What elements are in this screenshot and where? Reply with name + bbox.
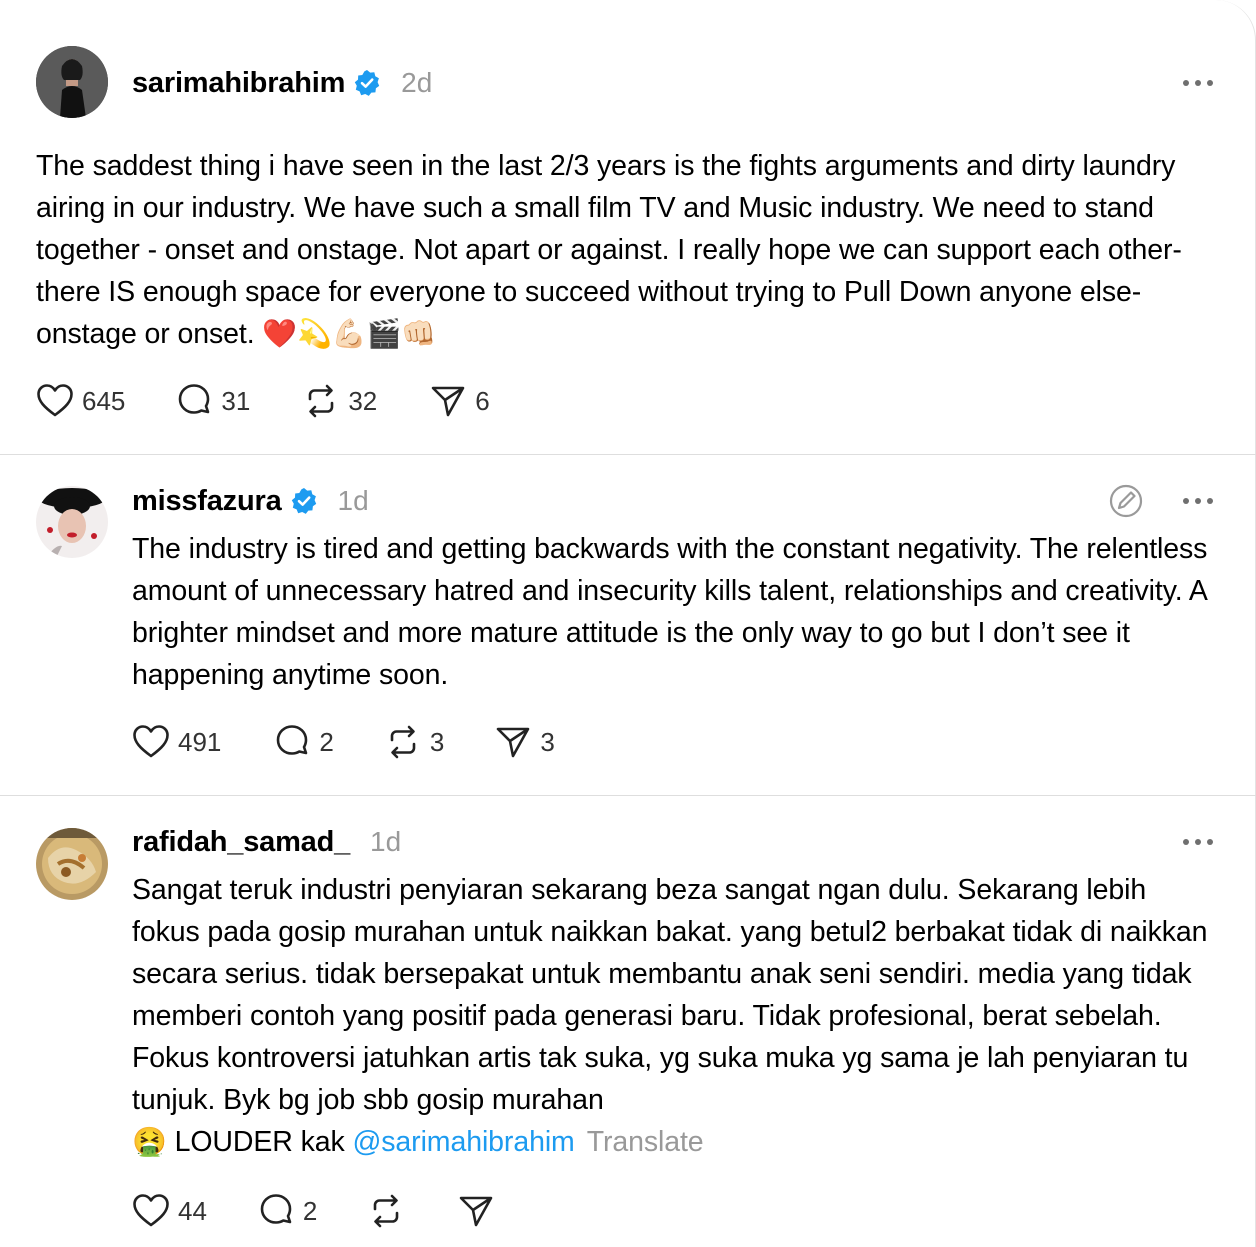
mention-link[interactable]: @sarimahibrahim: [352, 1126, 574, 1158]
username[interactable]: sarimahibrahim: [132, 67, 345, 100]
post-sarimahibrahim: sarimahibrahim 2d The saddest thing i ha…: [0, 0, 1256, 454]
share-count: 3: [540, 726, 555, 757]
post-time: 2d: [401, 67, 433, 98]
post-time: 1d: [337, 485, 369, 516]
share-button[interactable]: 6: [429, 382, 490, 420]
reply-icon: [175, 382, 213, 420]
post-rafidah-samad: rafidah_samad_ 1d Sangat teruk industri …: [0, 796, 1256, 1247]
post-time: 1d: [370, 826, 402, 857]
reply-count: 2: [319, 726, 334, 757]
like-count: 645: [82, 385, 126, 416]
avatar[interactable]: [36, 486, 108, 558]
reply-icon: [273, 723, 311, 761]
share-button[interactable]: [457, 1192, 495, 1230]
post-text: Sangat teruk industri penyiaran sekarang…: [132, 869, 1212, 1163]
like-button[interactable]: 44: [132, 1192, 207, 1230]
post-header: missfazura 1d: [132, 481, 369, 521]
repost-count: 3: [429, 726, 445, 757]
action-bar: 491 2 3 3: [132, 723, 555, 761]
heart-icon: [36, 382, 74, 420]
post-text: The saddest thing i have seen in the las…: [36, 145, 1226, 355]
post-text: The industry is tired and getting backwa…: [132, 533, 1216, 691]
share-icon: [429, 382, 467, 420]
more-icon[interactable]: [1183, 496, 1213, 506]
post-tail: LOUDER kak: [166, 1126, 353, 1158]
reply-count: 2: [302, 1195, 318, 1226]
translate-link[interactable]: Translate: [587, 1126, 704, 1158]
edit-icon[interactable]: [1108, 483, 1144, 519]
repost-icon: [302, 382, 340, 420]
action-bar: 44 2: [132, 1192, 495, 1230]
post-body: Sangat teruk industri penyiaran sekarang…: [132, 874, 1216, 1116]
emoji-string: ❤️💫💪🏻🎬👊🏻: [262, 318, 437, 349]
like-button[interactable]: 491: [132, 723, 221, 761]
username[interactable]: rafidah_samad_: [132, 826, 350, 859]
verified-icon: [353, 69, 381, 97]
thread-panel: sarimahibrahim 2d The saddest thing i ha…: [0, 0, 1256, 1247]
like-count: 44: [178, 1195, 207, 1226]
share-button[interactable]: 3: [494, 723, 555, 761]
repost-button[interactable]: [367, 1192, 405, 1230]
heart-icon: [132, 1192, 170, 1230]
emoji-string: 🤮: [132, 1126, 167, 1157]
repost-button[interactable]: 32: [302, 382, 377, 420]
more-icon[interactable]: [1183, 837, 1213, 847]
action-bar: 645 31 32 6: [36, 382, 490, 420]
reply-button[interactable]: 31: [175, 382, 250, 420]
post-missfazura: missfazura 1d The industry is tired and …: [0, 455, 1256, 795]
reply-button[interactable]: 2: [257, 1192, 317, 1230]
username[interactable]: missfazura: [132, 485, 282, 518]
repost-icon: [384, 723, 422, 761]
post-body: The saddest thing i have seen in the las…: [36, 150, 1190, 350]
repost-icon: [367, 1192, 405, 1230]
avatar[interactable]: [36, 828, 108, 900]
like-count: 491: [178, 726, 222, 757]
verified-icon: [290, 487, 318, 515]
share-icon: [457, 1192, 495, 1230]
share-icon: [494, 723, 532, 761]
share-count: 6: [475, 385, 490, 416]
post-header: sarimahibrahim 2d: [132, 63, 432, 103]
more-icon[interactable]: [1183, 78, 1213, 88]
like-button[interactable]: 645: [36, 382, 125, 420]
heart-icon: [132, 723, 170, 761]
post-header: rafidah_samad_ 1d: [132, 822, 401, 862]
repost-count: 32: [348, 385, 378, 416]
repost-button[interactable]: 3: [384, 723, 444, 761]
reply-icon: [257, 1192, 295, 1230]
reply-button[interactable]: 2: [273, 723, 334, 761]
avatar[interactable]: [36, 46, 108, 118]
reply-count: 31: [221, 385, 251, 416]
